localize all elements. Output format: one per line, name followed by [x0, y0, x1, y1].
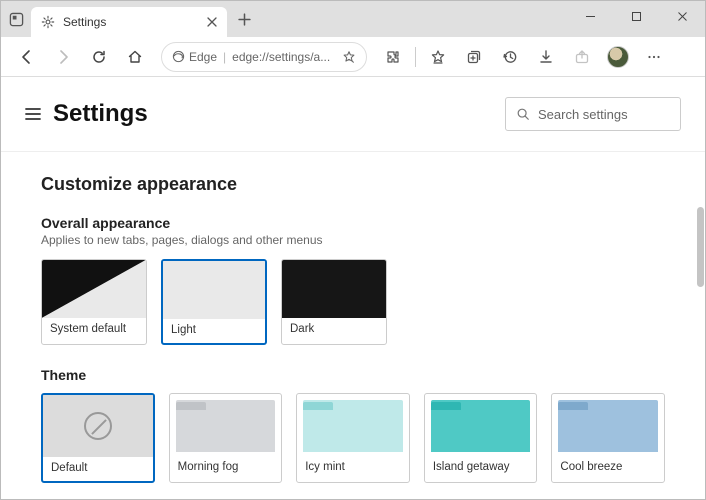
- window-controls: [567, 1, 705, 31]
- window-titlebar: Settings: [1, 1, 705, 37]
- minimize-button[interactable]: [567, 1, 613, 31]
- maximize-button[interactable]: [613, 1, 659, 31]
- site-identity: Edge: [172, 50, 217, 64]
- back-button[interactable]: [11, 41, 43, 73]
- theme-option-icy-mint[interactable]: Icy mint: [296, 393, 410, 483]
- theme-option-island-getaway[interactable]: Island getaway: [424, 393, 538, 483]
- overall-appearance-options: System default Light Dark: [41, 259, 665, 345]
- settings-header: Settings Search settings: [1, 77, 705, 141]
- tab-strip: Settings: [1, 1, 261, 37]
- close-icon[interactable]: [207, 17, 217, 27]
- search-icon: [516, 107, 530, 121]
- page-body: Customize appearance Overall appearance …: [1, 152, 705, 483]
- thumbnail: [297, 394, 409, 456]
- close-window-button[interactable]: [659, 1, 705, 31]
- search-input[interactable]: Search settings: [505, 97, 681, 131]
- search-placeholder: Search settings: [538, 107, 628, 122]
- profile-button[interactable]: [602, 41, 634, 73]
- refresh-button[interactable]: [83, 41, 115, 73]
- scrollbar-thumb[interactable]: [697, 207, 704, 287]
- browser-toolbar: Edge | edge://settings/a...: [1, 37, 705, 77]
- share-button[interactable]: [566, 41, 598, 73]
- tab-actions-button[interactable]: [1, 1, 31, 37]
- gear-icon: [41, 15, 55, 29]
- thumbnail: [170, 394, 282, 456]
- theme-option-cool-breeze[interactable]: Cool breeze: [551, 393, 665, 483]
- downloads-button[interactable]: [530, 41, 562, 73]
- menu-toggle[interactable]: [25, 107, 41, 121]
- thumbnail: [282, 260, 386, 318]
- collections-button[interactable]: [458, 41, 490, 73]
- address-bar[interactable]: Edge | edge://settings/a...: [161, 42, 367, 72]
- appearance-option-light[interactable]: Light: [161, 259, 267, 345]
- address-text: edge://settings/a...: [232, 50, 330, 64]
- more-button[interactable]: [638, 41, 670, 73]
- thumbnail: [43, 395, 153, 457]
- forward-button[interactable]: [47, 41, 79, 73]
- thumbnail: [163, 261, 265, 319]
- theme-title: Theme: [41, 367, 665, 383]
- appearance-option-dark[interactable]: Dark: [281, 259, 387, 345]
- theme-option-morning-fog[interactable]: Morning fog: [169, 393, 283, 483]
- plus-icon: [238, 13, 251, 26]
- overall-title: Overall appearance: [41, 215, 665, 231]
- history-button[interactable]: [494, 41, 526, 73]
- section-heading: Customize appearance: [41, 174, 665, 195]
- page-title: Settings: [53, 100, 148, 128]
- favorites-button[interactable]: [422, 41, 454, 73]
- home-button[interactable]: [119, 41, 151, 73]
- thumbnail: [552, 394, 664, 456]
- prohibited-icon: [84, 412, 112, 440]
- avatar: [607, 46, 629, 68]
- thumbnail: [425, 394, 537, 456]
- tabs-icon: [9, 12, 24, 27]
- settings-page: Settings Search settings Customize appea…: [1, 77, 705, 499]
- theme-option-default[interactable]: Default: [41, 393, 155, 483]
- theme-options: Default Morning fog Icy mint Island geta…: [41, 393, 665, 483]
- appearance-option-system-default[interactable]: System default: [41, 259, 147, 345]
- overall-subtitle: Applies to new tabs, pages, dialogs and …: [41, 233, 665, 247]
- extensions-button[interactable]: [377, 41, 409, 73]
- new-tab-button[interactable]: [227, 1, 261, 37]
- browser-tab-settings[interactable]: Settings: [31, 7, 227, 37]
- thumbnail: [42, 260, 146, 318]
- edge-icon: [172, 50, 185, 63]
- tab-title: Settings: [63, 15, 199, 29]
- favorite-button[interactable]: [342, 50, 356, 64]
